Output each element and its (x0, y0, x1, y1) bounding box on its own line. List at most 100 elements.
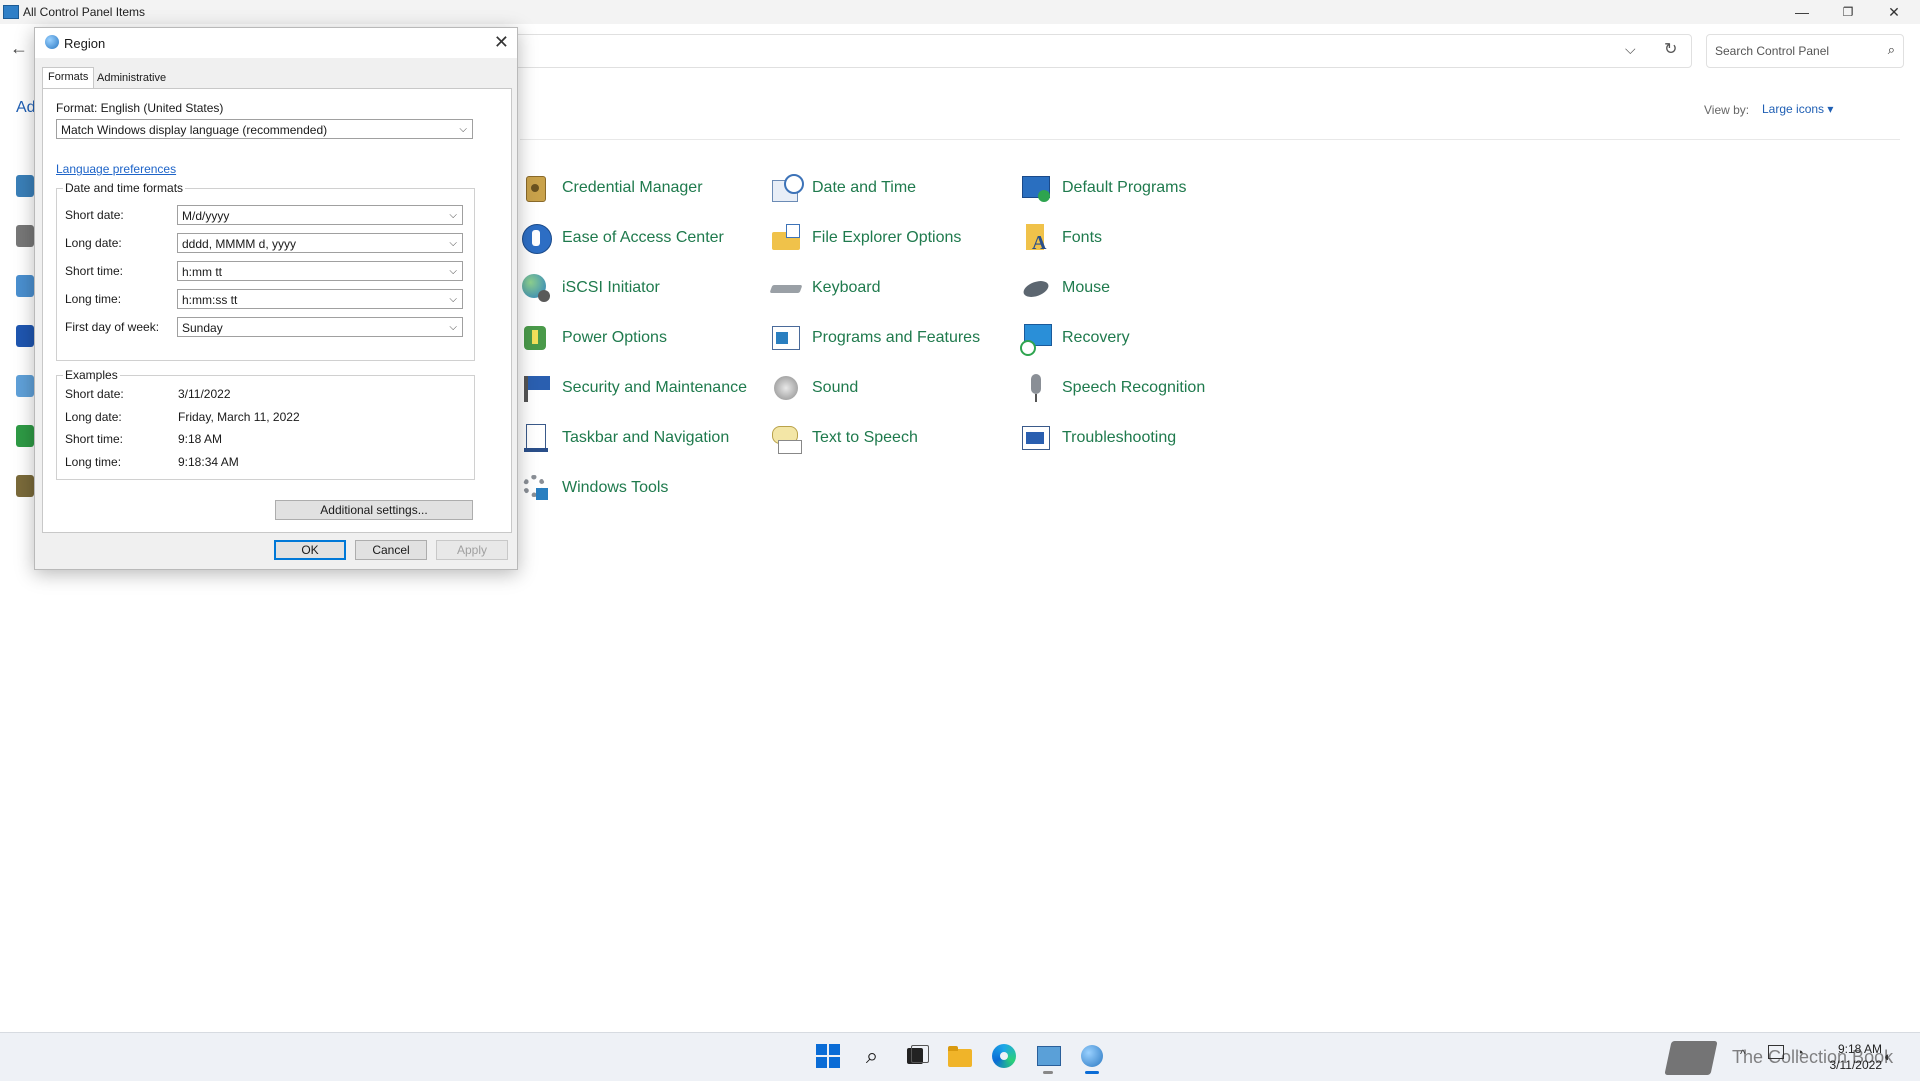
additional-settings-button[interactable]: Additional settings... (275, 500, 473, 520)
cp-item-label: File Explorer Options (812, 229, 962, 246)
cp-item-security-and-maintenance[interactable]: Security and Maintenance (520, 372, 747, 404)
example-long-date-label: Long date: (65, 410, 122, 424)
notifications-icon[interactable]: ◐ (1884, 1049, 1892, 1064)
group-title: Date and time formats (63, 181, 186, 195)
short-date-select[interactable]: M/d/yyyy ⌵ (177, 205, 463, 225)
cp-item-date-and-time[interactable]: Date and Time (770, 172, 916, 204)
cp-item-text-to-speech[interactable]: Text to Speech (770, 422, 918, 454)
examples-group: Examples Short date: 3/11/2022 Long date… (56, 368, 475, 480)
format-label: Format: English (United States) (56, 101, 224, 115)
recovery-icon (1020, 322, 1052, 356)
hidden-item-icon[interactable] (16, 425, 34, 447)
tab-formats[interactable]: Formats (42, 67, 95, 89)
cp-item-label: Fonts (1062, 229, 1103, 246)
apply-button[interactable]: Apply (436, 540, 508, 560)
hidden-item-icon[interactable] (16, 325, 34, 347)
dialog-title: Region (64, 36, 106, 51)
first-day-value: Sunday (182, 321, 223, 335)
cp-item-power-options[interactable]: Power Options (520, 322, 667, 354)
first-day-select[interactable]: Sunday ⌵ (177, 317, 463, 337)
ok-button[interactable]: OK (274, 540, 346, 560)
format-select[interactable]: Match Windows display language (recommen… (56, 119, 473, 139)
back-arrow-icon[interactable]: ← (10, 38, 28, 59)
long-date-select[interactable]: dddd, MMMM d, yyyy ⌵ (177, 233, 463, 253)
cp-item-taskbar-and-navigation[interactable]: Taskbar and Navigation (520, 422, 729, 454)
search-input[interactable] (1713, 41, 1877, 61)
example-short-date-value: 3/11/2022 (178, 387, 231, 401)
search-icon[interactable]: ⌕ (859, 1043, 885, 1069)
chevron-down-icon: ⌵ (459, 124, 467, 135)
cp-item-windows-tools[interactable]: Windows Tools (520, 472, 668, 504)
tray-network-icon[interactable]: ◔ (1796, 1045, 1804, 1060)
close-window-button[interactable]: ✕ (1872, 0, 1916, 24)
dialog-titlebar: Region ✕ (35, 28, 517, 58)
short-time-select[interactable]: h:mm tt ⌵ (177, 261, 463, 281)
cp-item-label: Programs and Features (812, 329, 981, 346)
example-long-time-value: 9:18:34 AM (178, 455, 239, 469)
address-history-chevron-icon[interactable]: ⌵ (1625, 41, 1636, 58)
task-view-icon[interactable] (903, 1043, 929, 1069)
example-short-date-label: Short date: (65, 387, 124, 401)
tray-display-icon[interactable] (1768, 1045, 1784, 1059)
cp-item-label: Windows Tools (562, 479, 669, 496)
control-panel-icon (3, 5, 19, 19)
tray-date[interactable]: 3/11/2022 (1822, 1058, 1883, 1072)
tray-chevron-up-icon[interactable]: ^ (1740, 1047, 1746, 1061)
cp-item-file-explorer-options[interactable]: File Explorer Options (770, 222, 961, 254)
edge-browser-icon[interactable] (991, 1043, 1017, 1069)
hidden-item-icon[interactable] (16, 375, 34, 397)
language-preferences-link[interactable]: Language preferences (56, 162, 176, 176)
refresh-icon[interactable]: ↻ (1664, 39, 1677, 59)
date-time-icon (770, 172, 804, 204)
short-time-label: Short time: (65, 264, 124, 278)
cp-item-troubleshooting[interactable]: Troubleshooting (1020, 422, 1176, 454)
cp-item-label: Troubleshooting (1062, 429, 1177, 446)
restore-button[interactable]: ❐ (1826, 0, 1870, 24)
hidden-item-icon[interactable] (16, 475, 34, 497)
file-explorer-icon[interactable] (947, 1043, 973, 1069)
region-taskbar-icon[interactable] (1079, 1043, 1105, 1074)
long-time-select[interactable]: h:mm:ss tt ⌵ (177, 289, 463, 309)
cp-item-credential-manager[interactable]: Credential Manager (520, 172, 703, 204)
cp-item-label: Date and Time (812, 179, 917, 196)
hidden-item-icon[interactable] (16, 275, 34, 297)
minimize-button[interactable]: — (1780, 0, 1824, 24)
cp-item-recovery[interactable]: Recovery (1020, 322, 1130, 356)
tray-time[interactable]: 9:18 AM (1834, 1042, 1882, 1056)
cp-item-keyboard[interactable]: Keyboard (769, 272, 881, 304)
cp-item-sound[interactable]: Sound (770, 372, 858, 404)
troubleshooting-icon (1020, 422, 1052, 454)
hidden-item-icon[interactable] (16, 175, 34, 197)
close-icon[interactable]: ✕ (494, 32, 509, 53)
short-date-label: Short date: (65, 208, 124, 222)
cp-item-label: Speech Recognition (1062, 379, 1206, 396)
globe-icon (45, 35, 59, 49)
cp-item-default-programs[interactable]: Default Programs (1020, 172, 1187, 204)
example-short-time-value: 9:18 AM (178, 432, 223, 446)
start-button-windows-icon[interactable] (815, 1043, 841, 1069)
cp-item-iscsi-initiator[interactable]: iSCSI Initiator (520, 272, 660, 304)
view-by-dropdown[interactable]: Large icons ▾ (1762, 102, 1833, 116)
sound-icon (770, 372, 802, 404)
side-link-fragment[interactable]: Ad (16, 99, 36, 117)
tab-administrative[interactable]: Administrative (92, 69, 171, 89)
address-bar[interactable] (500, 34, 1692, 68)
control-panel-taskbar-icon[interactable] (1035, 1043, 1061, 1074)
cp-item-speech-recognition[interactable]: Speech Recognition (1020, 372, 1205, 404)
chevron-down-icon: ⌵ (449, 266, 457, 277)
iscsi-initiator-icon (520, 272, 552, 304)
cp-item-label: Power Options (562, 329, 667, 346)
hidden-item-icon[interactable] (16, 225, 34, 247)
chevron-down-icon: ⌵ (449, 322, 457, 333)
cancel-button[interactable]: Cancel (355, 540, 427, 560)
cp-item-mouse[interactable]: Mouse (1020, 272, 1110, 304)
short-time-value: h:mm tt (182, 265, 223, 279)
cp-item-programs-and-features[interactable]: Programs and Features (770, 322, 980, 354)
format-select-value: Match Windows display language (recommen… (61, 123, 328, 137)
windows-tools-icon (520, 472, 552, 504)
search-icon[interactable]: ⌕ (1888, 42, 1895, 58)
search-box[interactable]: ⌕ (1706, 34, 1904, 68)
cp-item-ease-of-access[interactable]: Ease of Access Center (520, 222, 724, 254)
partially-hidden-item-icons (16, 175, 34, 525)
cp-item-fonts[interactable]: A Fonts (1020, 222, 1102, 254)
